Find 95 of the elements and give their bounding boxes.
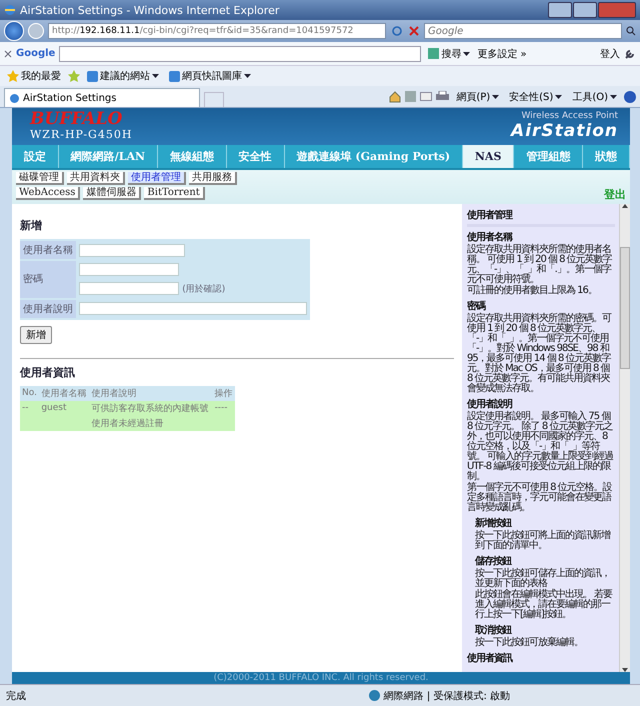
caret-icon bbox=[492, 94, 500, 98]
copyright-text: (C)2000-2011 BUFFALO INC. All rights reserved. bbox=[12, 672, 630, 684]
help-text: 此按鈕會在編輯模式中出現。 若要進入編輯模式，請在要編輯的那一行上按一下[編輯]按鈕。 bbox=[475, 590, 614, 620]
subnav-tab[interactable]: WebAccess bbox=[16, 187, 80, 200]
forward-button[interactable] bbox=[28, 23, 44, 39]
favorites-link[interactable]: 建議的網站 bbox=[84, 68, 162, 84]
toolbar-search-field[interactable] bbox=[59, 46, 422, 62]
help-text: 可註冊的使用者數目上限為 16。 bbox=[467, 286, 598, 296]
nav-tab[interactable]: NAS bbox=[462, 145, 514, 168]
help-title: 使用者管理 bbox=[467, 208, 514, 222]
subnav-tab[interactable]: BitTorrent bbox=[144, 187, 205, 200]
stop-icon[interactable] bbox=[408, 25, 420, 37]
menu-button[interactable]: 安全性(S) bbox=[506, 88, 566, 104]
caret-icon bbox=[152, 74, 159, 78]
field-label: 使用者名稱 bbox=[20, 241, 76, 259]
sign-in-link[interactable]: 登入 bbox=[600, 46, 620, 60]
help-text: 按一下此按鈕可將上面的資訊新增到下面的清單中。 bbox=[475, 531, 612, 551]
subnav-tab[interactable]: 共用資料夾 bbox=[67, 172, 125, 185]
minimize-button[interactable] bbox=[548, 2, 572, 18]
help-text: 設定使用者說明。 最多可輸入 75 個 8 位元字元。 除了 8 位元英數字元之外，也可以使用不同國家的字元、8 位元空格，以及「-」和「_」等符號。 可輸入的字元數量上限受到經過 UTF-8 編碼後可接受位元組上限的限制。 bbox=[467, 412, 614, 482]
help-icon[interactable] bbox=[624, 90, 636, 102]
column-header: No. bbox=[20, 386, 40, 400]
window-title: AirStation Settings - Windows Internet Explorer bbox=[20, 4, 280, 16]
subnav-tab[interactable]: 共用服務 bbox=[189, 172, 237, 185]
field-hint: (用於確認) bbox=[182, 284, 226, 294]
home-icon[interactable] bbox=[389, 90, 402, 102]
table-cell: -- bbox=[20, 400, 40, 416]
table-cell: guest bbox=[39, 400, 90, 416]
field-label: 使用者說明 bbox=[20, 300, 76, 318]
help-text: 按一下此按鈕可儲存上面的資訊，並更新下面的表格 bbox=[475, 569, 611, 589]
brand-logo: BUFFALO bbox=[30, 110, 124, 128]
caret-icon bbox=[244, 74, 251, 78]
product-logo: AirStation bbox=[511, 121, 618, 141]
help-heading: 使用者名稱 bbox=[467, 230, 514, 244]
subnav-tab[interactable]: 使用者管理 bbox=[128, 172, 186, 185]
column-header: 操作 bbox=[212, 386, 235, 400]
security-zone: 網際網路 | 受保護模式: 啟動 bbox=[384, 690, 510, 702]
page-icon bbox=[87, 70, 98, 82]
column-header: 使用者名稱 bbox=[39, 386, 90, 400]
help-text: 按一下此按鈕可放棄編輯。 bbox=[475, 638, 584, 648]
help-heading: 使用者資訊 bbox=[467, 652, 514, 665]
help-text: 設定存取共用資料夾所需的密碼。可使用 1 到 20 個 8 位元英數字元、「-」和「_」。第一個字元不可使用「-」。對於 Windows 98SE、98 和 95，最多可使用 14 個 8 位元英數字元。對於 Mac OS，最多可使用 8 個 8 位元英數字元。有可能共用資料夾會變成無法存取。 bbox=[467, 314, 612, 394]
google-logo: Google bbox=[16, 48, 56, 59]
search-button[interactable]: 搜尋 bbox=[425, 46, 474, 62]
address-field[interactable]: http://192.168.11.1/cgi-bin/cgi?req=tfr&id=35&rand=1041597572 bbox=[48, 23, 386, 39]
wrench-icon[interactable] bbox=[624, 48, 636, 60]
section-heading: 新增 bbox=[20, 218, 43, 233]
refresh-icon[interactable] bbox=[390, 24, 404, 38]
browser-tab[interactable]: AirStation Settings bbox=[4, 88, 200, 107]
add-favorite-icon[interactable] bbox=[68, 70, 80, 82]
more-settings-link[interactable]: 更多設定 » bbox=[477, 46, 527, 60]
model-name: WZR-HP-G450H bbox=[30, 128, 132, 141]
caret-icon bbox=[555, 94, 562, 98]
page-icon bbox=[9, 92, 20, 104]
table-cell: 可供訪客存取系統的內建帳號 bbox=[89, 400, 213, 416]
input-field[interactable] bbox=[79, 244, 185, 256]
star-icon bbox=[7, 70, 19, 82]
subnav-tab[interactable]: 磁碟管理 bbox=[16, 172, 64, 185]
caret-icon bbox=[610, 94, 617, 98]
table-cell: 使用者未經過註冊 bbox=[20, 416, 235, 430]
help-heading: 新增按鈕 bbox=[475, 516, 512, 530]
column-header: 使用者說明 bbox=[89, 386, 213, 400]
back-button[interactable] bbox=[4, 21, 24, 41]
password-confirm-field[interactable] bbox=[79, 282, 179, 295]
search-icon[interactable] bbox=[626, 26, 636, 36]
scroll-thumb[interactable] bbox=[620, 247, 630, 369]
password-field[interactable] bbox=[79, 263, 179, 276]
subnav-tab[interactable]: 媒體伺服器 bbox=[83, 187, 142, 200]
status-text: 完成 bbox=[6, 690, 26, 702]
product-subtitle: Wireless Access Point bbox=[520, 111, 618, 121]
help-heading: 取消按鈕 bbox=[475, 624, 512, 636]
mail-icon[interactable] bbox=[420, 92, 432, 101]
menu-button[interactable]: 工具(O) bbox=[569, 88, 620, 104]
section-heading: 使用者資訊 bbox=[20, 364, 76, 380]
favorites-link[interactable]: 網頁快訊圖庫 bbox=[166, 68, 254, 84]
new-tab-button[interactable] bbox=[204, 92, 224, 107]
help-heading: 使用者說明 bbox=[467, 398, 514, 410]
add-button[interactable]: 新增 bbox=[20, 326, 52, 344]
field-label: 密碼 bbox=[20, 261, 76, 298]
close-icon[interactable] bbox=[4, 50, 12, 58]
globe-icon bbox=[368, 690, 380, 701]
favorites-button[interactable]: 我的最愛 bbox=[4, 68, 64, 84]
print-icon[interactable] bbox=[436, 91, 450, 102]
browser-icon bbox=[4, 4, 16, 16]
scrollbar[interactable] bbox=[619, 204, 630, 672]
help-text: 第一個字元不可使用 8 位元空格。設定多種語言時，字元可能會在變更語言時變成亂碼。 bbox=[467, 483, 613, 513]
maximize-button[interactable] bbox=[573, 2, 597, 18]
help-heading: 密碼 bbox=[467, 300, 486, 312]
input-field[interactable] bbox=[79, 302, 307, 315]
page-icon bbox=[169, 70, 180, 82]
caret-icon bbox=[463, 52, 470, 56]
help-text: 設定存取共用資料夾所需的使用者名稱。 可使用 1 到 20 個 8 位元英數字元、「-」、「_」和「.」。第一個字元不可使用符號。 bbox=[467, 245, 613, 285]
menu-button[interactable]: 網頁(P) bbox=[453, 88, 502, 104]
search-field[interactable]: Google bbox=[424, 23, 622, 39]
help-heading: 儲存按鈕 bbox=[475, 554, 512, 568]
